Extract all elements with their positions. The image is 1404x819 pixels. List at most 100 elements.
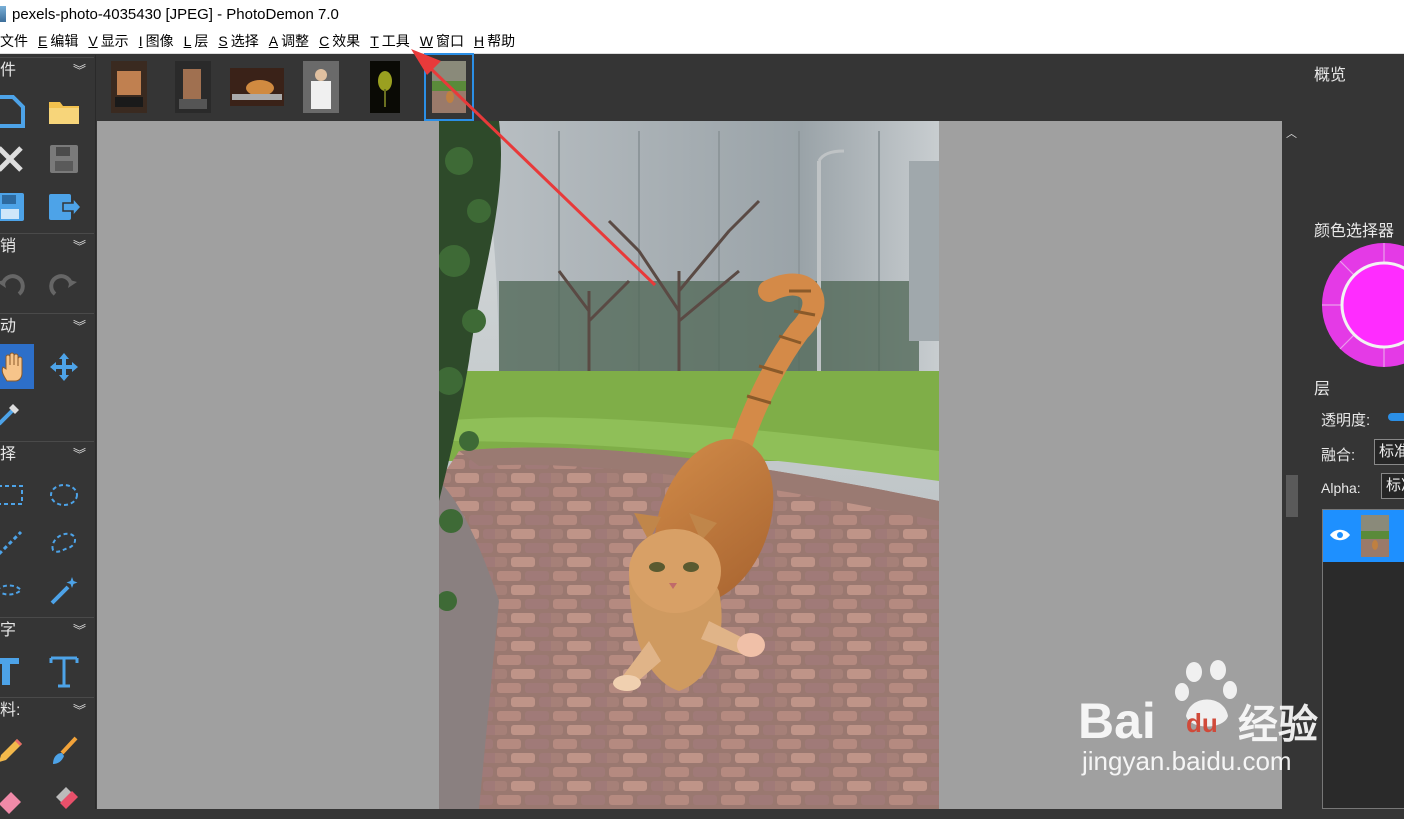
section-file-header[interactable]: 件 ︾: [0, 57, 94, 83]
eraser-tool-button[interactable]: [0, 779, 30, 819]
section-paint-header[interactable]: 料: ︾: [0, 697, 94, 723]
watermark-bai: Bai: [1078, 693, 1156, 749]
baidu-jingyan-watermark: Bai du 经验 jingyan.baidu.com: [1078, 660, 1318, 776]
alpha-label: Alpha:: [1321, 480, 1361, 496]
magic-wand-button[interactable]: [44, 571, 84, 611]
typography-button[interactable]: [44, 651, 84, 691]
image-thumbnail[interactable]: [111, 61, 147, 113]
window-title: pexels-photo-4035430 [JPEG] - PhotoDemon…: [12, 5, 339, 23]
image-thumbnail[interactable]: [370, 61, 400, 113]
pencil-tool-button[interactable]: [0, 731, 30, 771]
section-select-label: 择: [0, 446, 17, 463]
color-selector-heading: 颜色选择器: [1314, 223, 1395, 240]
polygon-lasso-icon: [0, 584, 23, 596]
color-wheel[interactable]: [1322, 243, 1404, 367]
blend-mode-select[interactable]: 标准: [1374, 439, 1404, 465]
scroll-up-icon[interactable]: ︿: [1286, 125, 1297, 141]
undo-button[interactable]: [0, 267, 30, 307]
redo-icon: [49, 274, 77, 296]
blend-label: 融合:: [1321, 447, 1356, 464]
toolbox-panel: 件 ︾ 销 ︾ 动 ︾ 择 ︾ 字 ︾ 料: ︾: [0, 55, 96, 814]
image-thumbnail[interactable]: [303, 61, 339, 113]
section-text-header[interactable]: 字 ︾: [0, 617, 94, 643]
annotation-arrow: [411, 49, 657, 287]
save-as-button[interactable]: [0, 187, 30, 227]
menu-bar: 文件 E 编辑 V 显示 I 图像 L层 S 选择 A 调整 C 效果 T 工具 W 窗口 H帮…: [0, 28, 1404, 54]
ellipse-select-icon: [50, 484, 78, 506]
menu-view[interactable]: V 显示: [88, 31, 128, 51]
layer-row-selected[interactable]: [1323, 510, 1404, 562]
new-file-icon: [0, 95, 25, 128]
fill-icon: [56, 787, 78, 809]
menu-effects[interactable]: C 效果: [319, 31, 360, 51]
text-bold-icon: [0, 658, 19, 685]
move-tool-button[interactable]: [44, 347, 84, 387]
save-button[interactable]: [44, 139, 84, 179]
undo-icon: [0, 274, 25, 296]
section-undo-header[interactable]: 销 ︾: [0, 233, 94, 259]
lasso-select-button[interactable]: [44, 523, 84, 563]
eye-icon[interactable]: [1329, 528, 1351, 542]
section-move-label: 动: [0, 318, 17, 335]
rect-select-button[interactable]: [0, 475, 30, 515]
line-select-button[interactable]: [0, 523, 30, 563]
save-as-icon: [0, 193, 24, 221]
eraser-icon: [0, 792, 21, 814]
pencil-icon: [0, 739, 22, 762]
app-icon: [0, 6, 6, 22]
eyedropper-tool-button[interactable]: [0, 393, 30, 433]
ellipse-select-button[interactable]: [44, 475, 84, 515]
menu-adjust[interactable]: A 调整: [269, 31, 309, 51]
section-select-header[interactable]: 择 ︾: [0, 441, 94, 467]
hand-tool-button[interactable]: [0, 344, 34, 389]
section-paint-label: 料:: [0, 702, 21, 719]
section-file-label: 件: [0, 62, 17, 79]
watermark-url: jingyan.baidu.com: [1081, 746, 1292, 776]
brush-tool-button[interactable]: [44, 731, 84, 771]
rect-select-icon: [0, 485, 23, 505]
chevron-down-icon[interactable]: ︾: [73, 58, 86, 84]
lasso-icon: [51, 532, 76, 553]
watermark-jingyan: 经验: [1238, 702, 1318, 748]
image-thumbnail[interactable]: [230, 68, 284, 120]
layer-list[interactable]: [1322, 509, 1404, 809]
layer-thumbnail: [1361, 515, 1389, 557]
export-icon: [49, 194, 81, 220]
menu-layer[interactable]: L层: [184, 31, 209, 51]
close-button[interactable]: [0, 139, 30, 179]
basic-text-button[interactable]: [0, 651, 26, 691]
chevron-down-icon[interactable]: ︾: [73, 314, 86, 340]
chevron-down-icon[interactable]: ︾: [73, 698, 86, 724]
menu-edit[interactable]: E 编辑: [38, 31, 78, 51]
close-icon: [0, 146, 23, 172]
watermark-du: du: [1186, 708, 1218, 738]
layers-heading: 层: [1314, 381, 1331, 398]
image-tabs-strip: [97, 53, 1302, 121]
scroll-thumb[interactable]: [1286, 475, 1298, 517]
section-undo-label: 销: [0, 238, 17, 255]
menu-image[interactable]: I 图像: [139, 31, 174, 51]
magic-wand-icon: [50, 577, 78, 605]
fill-tool-button[interactable]: [44, 779, 84, 819]
chevron-down-icon[interactable]: ︾: [73, 618, 86, 644]
text-icon: [49, 656, 79, 688]
menu-file[interactable]: 文件: [0, 31, 28, 51]
chevron-down-icon[interactable]: ︾: [73, 234, 86, 260]
export-button[interactable]: [44, 187, 84, 227]
section-move-header[interactable]: 动 ︾: [0, 313, 94, 339]
save-icon: [50, 145, 78, 173]
opacity-slider[interactable]: [1388, 413, 1404, 421]
hand-icon: [1, 352, 23, 381]
menu-select[interactable]: S 选择: [218, 31, 258, 51]
chevron-down-icon[interactable]: ︾: [73, 442, 86, 468]
section-text-label: 字: [0, 622, 17, 639]
title-bar: pexels-photo-4035430 [JPEG] - PhotoDemon…: [0, 0, 1404, 28]
polygon-lasso-button[interactable]: [0, 571, 30, 611]
image-thumbnail[interactable]: [175, 61, 211, 113]
redo-button[interactable]: [44, 267, 84, 307]
opacity-label: 透明度:: [1321, 412, 1371, 429]
open-folder-icon: [49, 102, 79, 124]
new-file-button[interactable]: [0, 91, 30, 131]
alpha-mode-select[interactable]: 标准: [1381, 473, 1404, 499]
open-button[interactable]: [44, 91, 84, 131]
